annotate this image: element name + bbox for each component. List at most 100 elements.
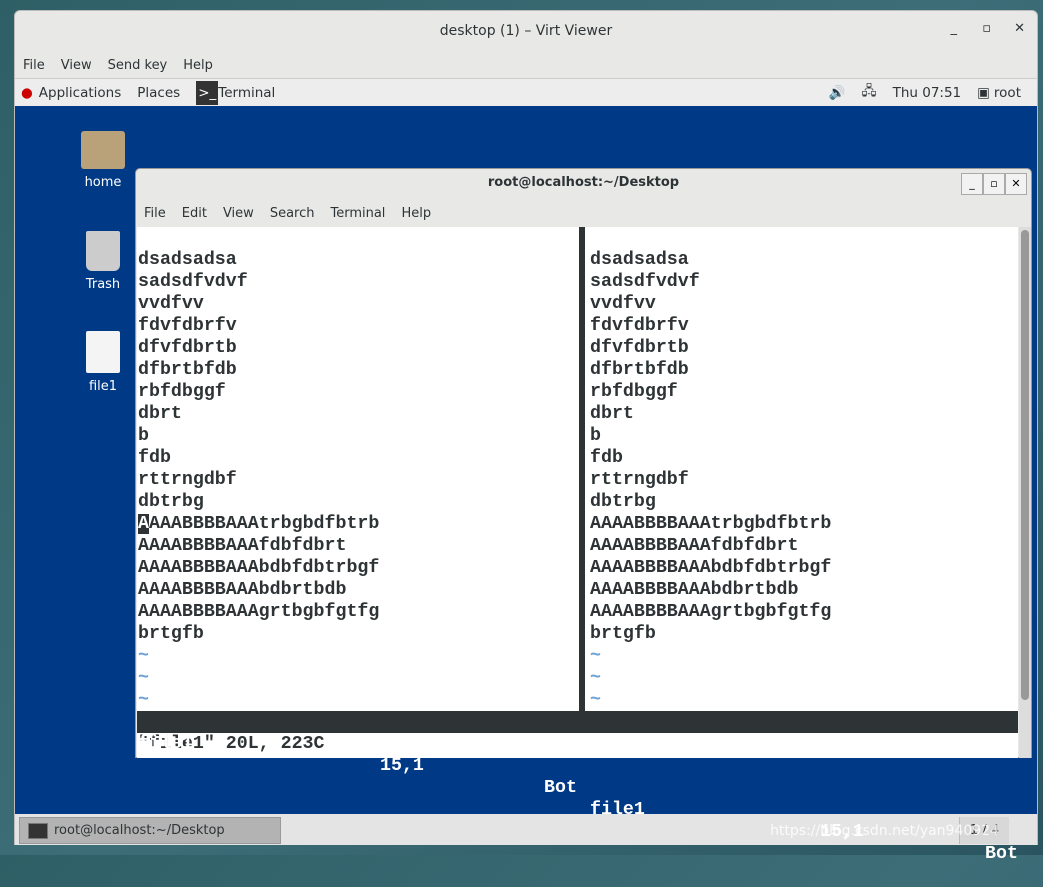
buffer-line: AAAABBBBAAAfdbfdbrt: [590, 536, 799, 556]
status-position-right: 15,1: [820, 822, 864, 842]
buffer-line: dsadsadsa: [590, 250, 689, 270]
buffer-line: fdvfdbrfv: [138, 316, 237, 336]
buffer-line: dfbrtbfdb: [590, 360, 689, 380]
trash-icon: [86, 231, 120, 271]
buffer-line: dbrt: [590, 404, 634, 424]
buffer-line: AAAABBBBAAAgrtbgbfgtfg: [138, 602, 380, 622]
buffer-line: dfbrtbfdb: [138, 360, 237, 380]
icon-label: file1: [88, 379, 118, 394]
terminal-menubar: File Edit View Search Terminal Help: [136, 199, 1031, 227]
buffer-line: dbrt: [138, 404, 182, 424]
status-filename: file1: [138, 734, 193, 754]
buffer-line: dbtrbg: [590, 492, 656, 512]
terminal-icon: [28, 822, 48, 839]
file-icon: [86, 331, 120, 373]
buffer-line: rbfdbggf: [590, 382, 678, 402]
buffer-line: AAAABBBBAAAbdbfdbtrbgf: [590, 558, 832, 578]
buffer-line: dsadsadsa: [138, 250, 237, 270]
menu-send-key[interactable]: Send key: [108, 58, 168, 73]
terminal-screen[interactable]: dsadsadsa sadsdfvdvf vvdfvv fdvfdbrfv dfvfdb…: [137, 227, 1018, 864]
buffer-line: brtgfb: [590, 624, 656, 644]
menu-help[interactable]: Help: [183, 58, 213, 73]
buffer-line: fdb: [590, 448, 623, 468]
minimize-button[interactable]: _: [961, 173, 983, 195]
buffer-line: AAAABBBBAAAbdbrtbdb: [590, 580, 799, 600]
status-scroll: Bot: [544, 778, 577, 798]
buffer-line: AAAABBBBAAAfdbfdbrt: [138, 536, 347, 556]
terminal-app-menu[interactable]: Terminal: [218, 85, 275, 101]
folder-home-icon: [81, 131, 125, 169]
cursor: A: [138, 514, 149, 534]
user-icon: ▣: [977, 84, 990, 101]
vim-pane-right[interactable]: dsadsadsa sadsdfvdvf vvdfvv fdvfdbrfv dfvfdb…: [590, 249, 1017, 711]
buffer-line: dfvfdbrtb: [590, 338, 689, 358]
buffer-line: AAAABBBBAAAgrtbgbfgtfg: [590, 602, 832, 622]
menu-file[interactable]: File: [144, 206, 166, 221]
menu-terminal[interactable]: Terminal: [330, 206, 385, 221]
buffer-line: AAAABBBBAAAtrbgbdfbtrb: [138, 514, 380, 534]
menu-search[interactable]: Search: [270, 206, 315, 221]
desktop-icon-home[interactable]: home: [68, 131, 138, 190]
buffer-line: b: [138, 426, 149, 446]
empty-line-tilde: ~: [590, 690, 601, 710]
terminal-window: root@localhost:~/Desktop _ ▫ ✕ File Edit V…: [135, 168, 1032, 864]
status-filename: file1: [590, 800, 645, 820]
icon-label: Trash: [85, 277, 121, 292]
terminal-title: root@localhost:~/Desktop: [487, 175, 680, 190]
vim-pane-left[interactable]: dsadsadsa sadsdfvdvf vvdfvv fdvfdbrfv dfvfdb…: [138, 249, 578, 711]
buffer-line: fdvfdbrfv: [590, 316, 689, 336]
status-position: 15,1: [380, 756, 424, 776]
clock[interactable]: Thu 07:51: [893, 85, 962, 101]
vim-status-line: file1 15,1 Bot file1 15,1 Bot: [137, 711, 1018, 864]
scrollbar[interactable]: [1019, 227, 1031, 758]
vertical-split-divider: [579, 227, 585, 711]
top-panel: ● Applications Places >_ Terminal 🔊 🖧 Th…: [15, 79, 1037, 106]
buffer-line: vvdfvv: [590, 294, 656, 314]
empty-line-tilde: ~: [138, 668, 149, 688]
terminal-icon: >_: [196, 80, 219, 105]
empty-line-tilde: ~: [590, 646, 601, 666]
buffer-line: AAAABBBBAAAbdbfdbtrbgf: [138, 558, 380, 578]
empty-line-tilde: ~: [138, 646, 149, 666]
maximize-button[interactable]: ▫: [982, 21, 991, 36]
menu-view[interactable]: View: [61, 58, 92, 73]
desktop: home Trash file1 root@localhost:~/Deskto…: [15, 106, 1037, 864]
buffer-line: rttrngdbf: [138, 470, 237, 490]
empty-line-tilde: ~: [590, 668, 601, 688]
buffer-line: sadsdfvdvf: [138, 272, 248, 292]
watermark: https://blog.csdn.net/yan940924: [770, 823, 999, 839]
buffer-line: brtgfb: [138, 624, 204, 644]
buffer-line: sadsdfvdvf: [590, 272, 700, 292]
places-menu[interactable]: Places: [137, 85, 180, 101]
icon-label: home: [84, 175, 122, 190]
window-title: desktop (1) – Virt Viewer: [439, 23, 613, 39]
volume-icon[interactable]: 🔊: [829, 85, 846, 101]
buffer-line: vvdfvv: [138, 294, 204, 314]
network-icon[interactable]: 🖧: [862, 81, 877, 104]
redhat-icon: ●: [21, 84, 33, 101]
buffer-line: dfvfdbrtb: [138, 338, 237, 358]
menu-file[interactable]: File: [23, 58, 45, 73]
menu-view[interactable]: View: [223, 206, 254, 221]
empty-line-tilde: ~: [138, 690, 149, 710]
desktop-icon-trash[interactable]: Trash: [68, 231, 138, 292]
close-button[interactable]: ✕: [1014, 21, 1025, 36]
maximize-button[interactable]: ▫: [983, 173, 1005, 195]
status-scroll: Bot: [985, 844, 1018, 864]
applications-menu[interactable]: Applications: [39, 85, 121, 101]
viewer-menubar: File View Send key Help: [15, 53, 1037, 79]
user-menu[interactable]: root: [994, 85, 1021, 101]
close-button[interactable]: ✕: [1005, 173, 1027, 195]
buffer-line: dbtrbg: [138, 492, 204, 512]
menu-edit[interactable]: Edit: [182, 206, 207, 221]
scrollbar-thumb[interactable]: [1021, 230, 1029, 700]
virt-viewer-window: desktop (1) – Virt Viewer _ ▫ ✕ File Vie…: [14, 10, 1038, 864]
menu-help[interactable]: Help: [401, 206, 431, 221]
buffer-line: fdb: [138, 448, 171, 468]
buffer-line: rttrngdbf: [590, 470, 689, 490]
buffer-line: AAAABBBBAAAtrbgbdfbtrb: [590, 514, 832, 534]
minimize-button[interactable]: _: [951, 21, 958, 36]
buffer-line: b: [590, 426, 601, 446]
desktop-icon-file1[interactable]: file1: [68, 331, 138, 394]
buffer-line: rbfdbggf: [138, 382, 226, 402]
